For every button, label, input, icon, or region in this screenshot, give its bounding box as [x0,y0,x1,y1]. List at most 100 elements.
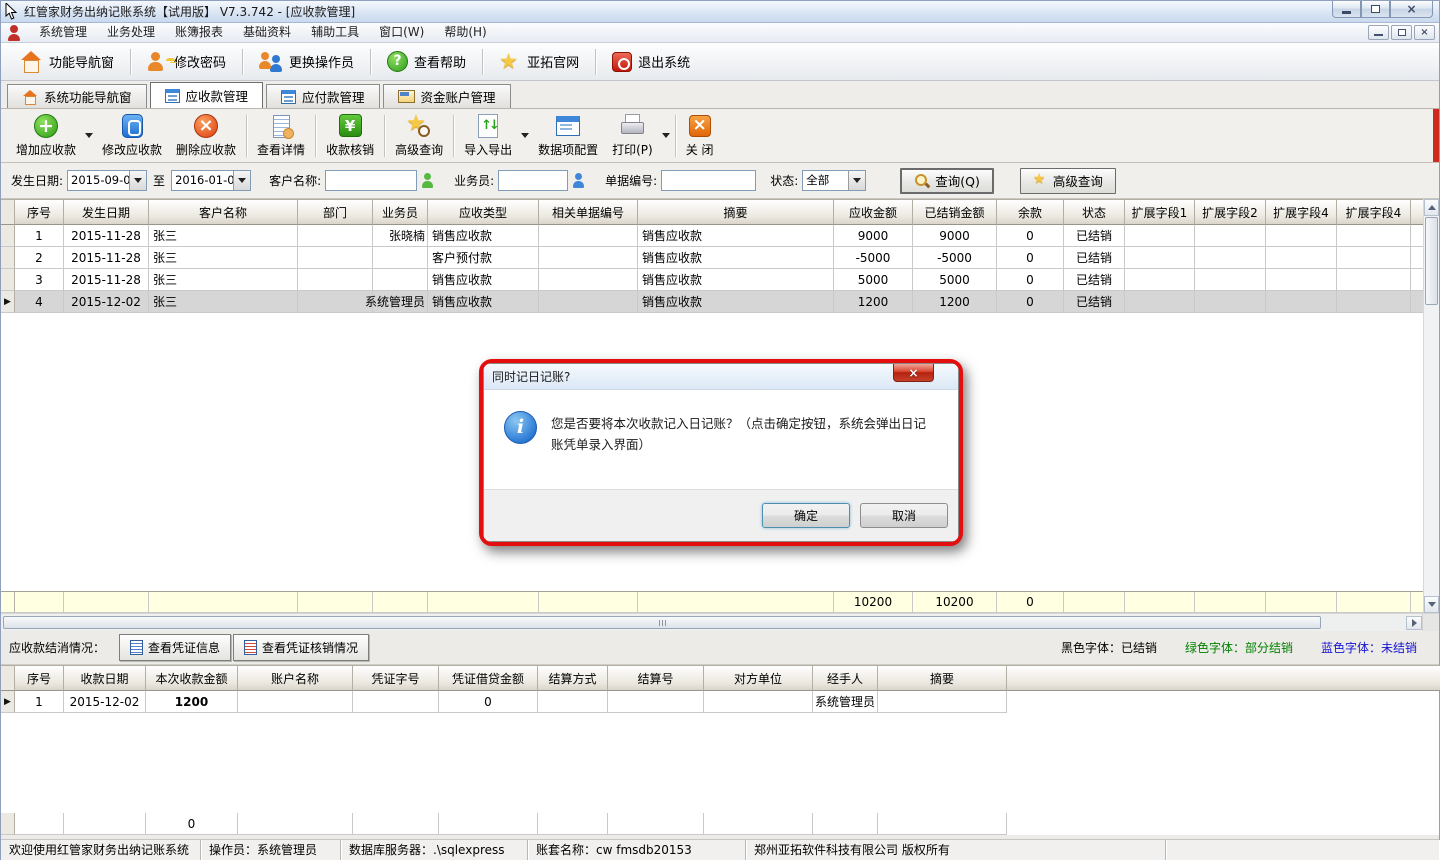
horizontal-scrollbar-thumb[interactable] [3,616,1321,629]
menu-item-4[interactable]: 基础资料 [233,23,301,42]
action-edit-receivable[interactable]: 修改应收款 [95,113,169,159]
tab-receivable[interactable]: 应收款管理 [150,82,264,108]
column-header-14[interactable]: 扩展字段2 [1195,200,1266,225]
ok-button[interactable]: 确定 [762,503,850,528]
column-header-5[interactable]: 业务员 [373,200,428,225]
action-view-detail[interactable]: 查看详情 [250,113,312,159]
column-header-7[interactable]: 结算方式 [538,666,608,691]
close-button[interactable]: × [1390,1,1433,18]
column-header-6[interactable]: 应收类型 [428,200,539,225]
scroll-down-icon[interactable] [1424,596,1439,613]
view-voucher-info[interactable]: 查看凭证信息 [119,634,231,661]
table-row[interactable]: 22015-11-28张三客户预付款销售应收款-5000-50000已结销 [1,247,1425,269]
column-header-7[interactable]: 相关单据编号 [539,200,638,225]
column-header-4[interactable]: 账户名称 [238,666,353,691]
date-to-combo[interactable]: 2016-01-02 [171,170,251,191]
tab-fund-accounts[interactable]: 资金账户管理 [383,84,511,108]
tab-payable[interactable]: 应付款管理 [266,84,380,108]
yen-green-icon [339,114,362,137]
table-row[interactable]: ▶12015-12-0212000系统管理员 [1,691,1440,713]
column-header-9[interactable]: 应收金额 [834,200,913,225]
action-receipt-writeoff[interactable]: 收款核销 [319,113,381,159]
toolbar-label: 更换操作员 [289,52,354,71]
column-header-11[interactable]: 摘要 [878,666,1007,691]
cancel-button[interactable]: 取消 [860,503,948,528]
status-dropdown-icon[interactable] [848,171,865,190]
vertical-scrollbar[interactable] [1423,199,1439,613]
dialog-footer: 确定 取消 [484,489,958,541]
dialog-titlebar: 同时记日记账? × [484,364,958,390]
table-row[interactable]: ▶42015-12-02张三系统管理员销售应收款销售应收款120012000已结… [1,291,1425,313]
horizontal-scrollbar[interactable] [1,613,1439,631]
dropdown-arrow-icon[interactable] [519,113,531,159]
toolbar-nav-window[interactable]: 功能导航窗 [7,46,127,78]
date-to-dropdown-icon[interactable] [233,171,250,190]
action-data-config[interactable]: 数据项配置 [531,113,605,159]
column-header-10[interactable]: 经手人 [813,666,878,691]
column-header-1[interactable]: 序号 [15,200,64,225]
table-cell: 张三 [149,291,298,313]
dropdown-arrow-icon[interactable] [660,113,672,159]
doc-number-input[interactable] [661,170,756,191]
column-header-16[interactable]: 扩展字段4 [1337,200,1411,225]
toolbar-yatuo-website[interactable]: 亚拓官网 [486,46,592,78]
menu-item-2[interactable]: 业务处理 [97,23,165,42]
menu-item-1[interactable]: 系统管理 [29,23,97,42]
menu-item-6[interactable]: 窗口(W) [369,23,434,42]
column-header-3[interactable]: 本次收款金额 [146,666,238,691]
advanced-query-button[interactable]: 高级查询 [1020,168,1116,194]
action-close[interactable]: 关 闭 [679,113,721,159]
column-header-13[interactable]: 扩展字段1 [1125,200,1195,225]
column-header-8[interactable]: 结算号 [608,666,704,691]
column-header-2[interactable]: 收款日期 [64,666,146,691]
table-cell [1195,291,1266,313]
action-import-export[interactable]: 导入导出 [457,113,519,159]
customer-person-icon[interactable] [421,173,434,188]
mdi-minimize-button[interactable] [1368,25,1389,40]
menu-item-7[interactable]: 帮助(H) [434,23,496,42]
salesman-person-icon[interactable] [572,173,585,188]
restore-button[interactable] [1361,1,1390,18]
column-header-15[interactable]: 扩展字段4 [1266,200,1337,225]
menu-item-5[interactable]: 辅助工具 [301,23,369,42]
dialog-close-button[interactable]: × [893,364,934,382]
column-header-2[interactable]: 发生日期 [64,200,149,225]
scroll-up-icon[interactable] [1424,199,1439,216]
column-header-11[interactable]: 余款 [997,200,1064,225]
toolbar-exit-system[interactable]: 退出系统 [599,46,703,78]
table-row[interactable]: 12015-11-28张三张晓楠销售应收款销售应收款900090000已结销 [1,225,1425,247]
column-header-10[interactable]: 已结销金额 [913,200,997,225]
column-header-1[interactable]: 序号 [15,666,64,691]
dropdown-arrow-icon[interactable] [83,113,95,159]
date-from-combo[interactable]: 2015-09-02 [67,170,147,191]
column-header-6[interactable]: 凭证借贷金额 [439,666,538,691]
menu-item-3[interactable]: 账簿报表 [165,23,233,42]
column-header-8[interactable]: 摘要 [638,200,834,225]
toolbar-change-password[interactable]: 修改密码 [134,46,239,78]
column-header-9[interactable]: 对方单位 [704,666,813,691]
column-header-5[interactable]: 凭证字号 [353,666,439,691]
query-button[interactable]: 查询(Q) [900,168,994,194]
mdi-close-button[interactable]: × [1414,25,1435,40]
tab-system-nav[interactable]: 系统功能导航窗 [7,84,147,108]
status-combo[interactable]: 全部 [802,170,866,191]
action-print[interactable]: 打印(P) [605,113,660,159]
vertical-scrollbar-thumb[interactable] [1425,217,1438,305]
date-from-dropdown-icon[interactable] [129,171,146,190]
scroll-right-icon[interactable] [1406,616,1422,630]
mdi-restore-button[interactable] [1391,25,1412,40]
query-button-label: 查询(Q) [935,171,980,190]
minimize-button[interactable] [1332,1,1361,18]
action-advanced-query[interactable]: 高级查询 [388,113,450,159]
column-header-3[interactable]: 客户名称 [149,200,298,225]
customer-input[interactable] [325,170,417,191]
column-header-12[interactable]: 状态 [1064,200,1125,225]
toolbar-switch-operator[interactable]: 更换操作员 [246,46,367,78]
action-add-receivable[interactable]: 增加应收款 [9,113,83,159]
view-voucher-writeoff[interactable]: 查看凭证核销情况 [233,634,369,661]
table-row[interactable]: 32015-11-28张三销售应收款销售应收款500050000已结销 [1,269,1425,291]
column-header-4[interactable]: 部门 [298,200,373,225]
toolbar-view-help[interactable]: 查看帮助 [374,46,479,78]
action-delete-receivable[interactable]: 删除应收款 [169,113,243,159]
salesman-input[interactable] [498,170,568,191]
